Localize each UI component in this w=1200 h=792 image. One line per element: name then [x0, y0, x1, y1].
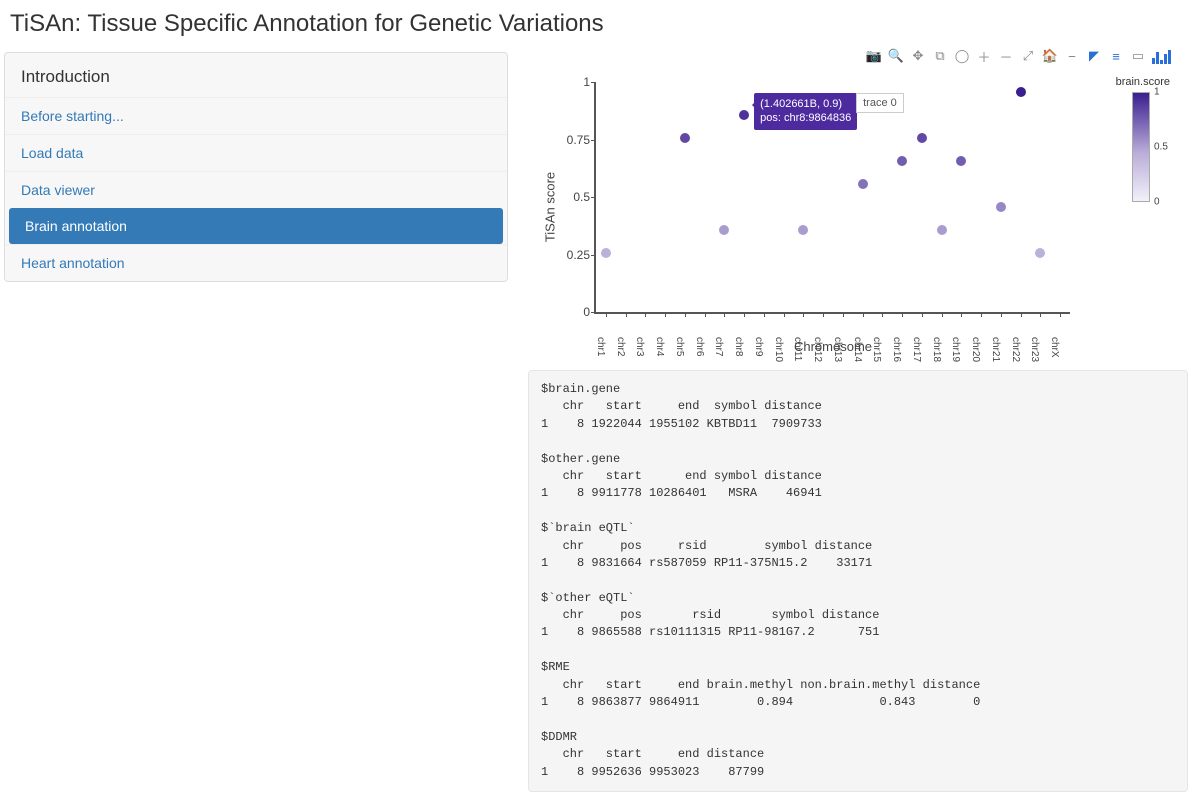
sidebar: Introduction Before starting...Load data…: [4, 52, 508, 282]
x-tick: chr12: [812, 337, 823, 362]
sidebar-title: Introduction: [5, 53, 507, 97]
x-tick: chr20: [970, 337, 981, 362]
y-tick: 0.25: [556, 248, 590, 262]
data-point[interactable]: [719, 225, 729, 235]
data-point[interactable]: [601, 248, 611, 258]
x-tick: chr18: [931, 337, 942, 362]
y-tick: 0.75: [556, 133, 590, 147]
x-tick: chr11: [792, 337, 803, 361]
x-tick: chr16: [891, 337, 902, 362]
x-tick: chr1: [595, 337, 606, 356]
sidebar-item[interactable]: Brain annotation: [9, 208, 503, 244]
y-tick: 0: [556, 305, 590, 319]
x-tick: chr2: [615, 337, 626, 356]
sidebar-item[interactable]: Before starting...: [5, 97, 507, 134]
colorbar-tick: 0.5: [1154, 142, 1168, 153]
y-tick: 0.5: [556, 190, 590, 204]
data-point[interactable]: [917, 133, 927, 143]
data-point[interactable]: [897, 156, 907, 166]
data-point[interactable]: [1035, 248, 1045, 258]
sidebar-item[interactable]: Load data: [5, 134, 507, 171]
x-tick: chr21: [990, 337, 1001, 362]
scatter-chart[interactable]: TiSAn score Chromosome 00.250.50.751chr1…: [528, 52, 1190, 362]
colorbar-tick: 0: [1154, 197, 1160, 208]
x-tick: chr5: [674, 337, 685, 356]
hover-tooltip: (1.402661B, 0.9)pos: chr8:9864836: [754, 93, 857, 130]
x-tick: chr22: [1010, 337, 1021, 362]
data-point[interactable]: [798, 225, 808, 235]
x-tick: chrX: [1049, 337, 1060, 358]
x-tick: chr19: [950, 337, 961, 362]
console-output: $brain.gene chr start end symbol distanc…: [528, 370, 1188, 792]
x-tick: chr9: [753, 337, 764, 356]
sidebar-nav: Before starting...Load dataData viewerBr…: [5, 97, 507, 281]
x-tick: chr17: [911, 337, 922, 362]
colorbar: 1 0.5 0: [1132, 92, 1150, 202]
plot-area[interactable]: Chromosome 00.250.50.751chr1chr2chr3chr4…: [594, 82, 1070, 314]
main-panel: 📷 🔍 ✥ ⧉ ◯ ＋ － ⤢ 🏠 ⎯ ◤ ≡ ▭ TiSAn score Ch…: [508, 48, 1200, 792]
x-tick: chr10: [773, 337, 784, 362]
x-tick: chr3: [634, 337, 645, 356]
x-tick: chr14: [852, 337, 863, 362]
data-point[interactable]: [858, 179, 868, 189]
x-tick: chr13: [832, 337, 843, 362]
colorbar-tick: 1: [1154, 87, 1160, 98]
x-tick: chr7: [713, 337, 724, 356]
x-tick: chr15: [871, 337, 882, 362]
hover-trace-label: trace 0: [856, 93, 904, 113]
data-point[interactable]: [996, 202, 1006, 212]
data-point[interactable]: [956, 156, 966, 166]
y-tick: 1: [556, 75, 590, 89]
colorbar-title: brain.score: [1116, 76, 1170, 88]
data-point[interactable]: [937, 225, 947, 235]
data-point[interactable]: [739, 110, 749, 120]
x-tick: chr4: [654, 337, 665, 356]
data-point[interactable]: [680, 133, 690, 143]
x-tick: chr6: [694, 337, 705, 356]
sidebar-item[interactable]: Heart annotation: [5, 244, 507, 281]
sidebar-item[interactable]: Data viewer: [5, 171, 507, 208]
x-tick: chr8: [733, 337, 744, 356]
y-axis-label: TiSAn score: [543, 172, 558, 242]
page-title: TiSAn: Tissue Specific Annotation for Ge…: [0, 0, 1200, 48]
x-tick: chr23: [1029, 337, 1040, 362]
data-point[interactable]: [1016, 87, 1026, 97]
